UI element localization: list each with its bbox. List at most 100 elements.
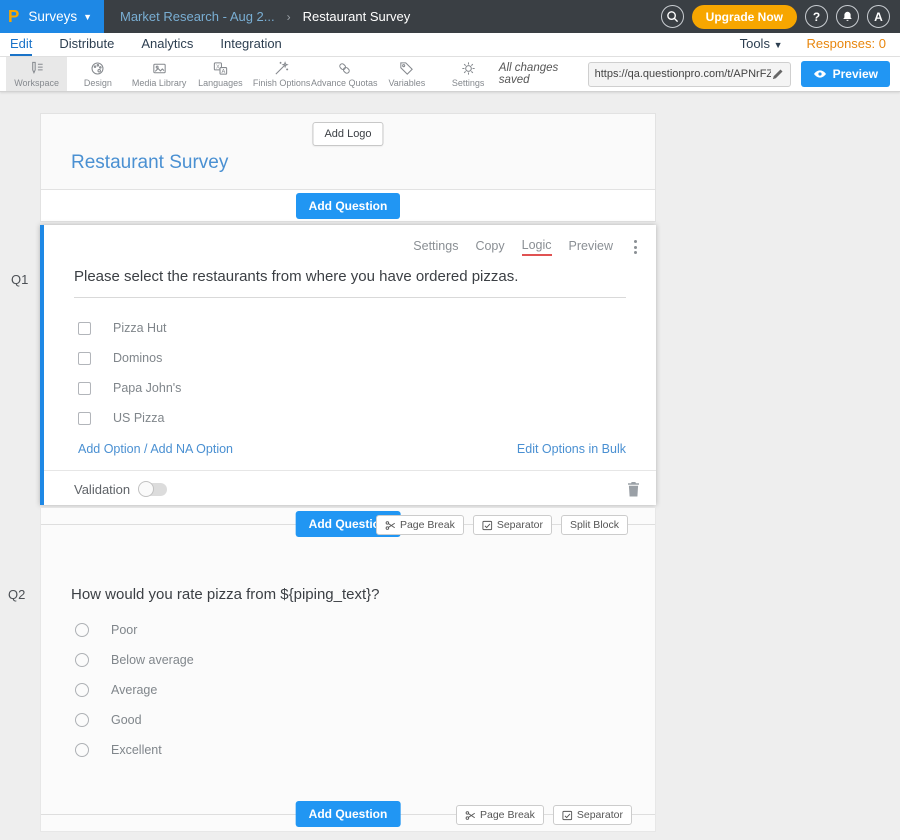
settings-icon <box>460 60 477 77</box>
survey-title[interactable]: Restaurant Survey <box>71 152 228 174</box>
svg-text:A: A <box>221 69 225 75</box>
menu-copy[interactable]: Copy <box>475 239 504 255</box>
more-options-icon[interactable] <box>630 238 641 256</box>
validation-label: Validation <box>74 482 130 497</box>
add-question-button[interactable]: Add Question <box>296 193 401 219</box>
q2-options-list: Poor Below average Average Good Excellen… <box>75 615 625 765</box>
option-row[interactable]: US Pizza <box>78 403 626 433</box>
option-links: Add Option / Add NA Option <box>78 442 233 456</box>
caret-down-icon: ▼ <box>83 12 92 22</box>
search-icon <box>666 10 679 23</box>
responses-count[interactable]: Responses: 0 <box>807 36 887 51</box>
breadcrumb-parent[interactable]: Market Research - Aug 2... <box>120 9 275 24</box>
question-number-q1: Q1 <box>11 272 28 287</box>
option-row[interactable]: Excellent <box>75 735 625 765</box>
page-break-button[interactable]: Page Break <box>376 515 464 535</box>
menu-logic[interactable]: Logic <box>522 238 552 256</box>
radio-icon[interactable] <box>75 743 89 757</box>
toolbar-item-languages[interactable]: XA Languages <box>190 57 251 91</box>
app-menu-label: Surveys <box>28 9 77 24</box>
tab-distribute[interactable]: Distribute <box>59 36 114 54</box>
checkbox-icon[interactable] <box>78 382 91 395</box>
split-block-button[interactable]: Split Block <box>561 515 628 535</box>
survey-url-box <box>588 62 791 87</box>
separator-button[interactable]: Separator <box>473 515 552 535</box>
toolbar-item-media-library[interactable]: Media Library <box>129 57 190 91</box>
languages-icon: XA <box>212 60 229 77</box>
validation-row: Validation <box>44 471 656 507</box>
checkbox-icon[interactable] <box>78 352 91 365</box>
preview-button[interactable]: Preview <box>801 61 890 87</box>
search-button[interactable] <box>661 5 684 28</box>
survey-header-card: Add Logo Restaurant Survey <box>40 113 656 190</box>
option-row[interactable]: Papa John's <box>78 373 626 403</box>
radio-icon[interactable] <box>75 623 89 637</box>
option-row[interactable]: Average <box>75 675 625 705</box>
media-library-icon <box>151 60 168 77</box>
separator-button[interactable]: Separator <box>553 805 632 825</box>
delete-question-button[interactable] <box>627 482 640 497</box>
question-block-q2[interactable]: Add Question Page Break Separator Split … <box>40 508 656 832</box>
question-text-q1[interactable]: Please select the restaurants from where… <box>74 268 626 298</box>
scissors-icon <box>385 520 396 531</box>
nav-bar: Edit Distribute Analytics Integration To… <box>0 33 900 57</box>
page-break-button[interactable]: Page Break <box>456 805 544 825</box>
separator-icon <box>562 810 573 821</box>
toolbar-item-finish-options[interactable]: Finish Options <box>251 57 312 91</box>
trash-icon <box>627 482 640 497</box>
toolbar-item-settings[interactable]: Settings <box>438 57 499 91</box>
add-question-strip: Add Question <box>40 190 656 222</box>
block-divider-row: Add Question Page Break Separator Split … <box>41 508 655 542</box>
checkbox-icon[interactable] <box>78 322 91 335</box>
advance-quotas-icon <box>336 60 353 77</box>
menu-settings[interactable]: Settings <box>413 239 458 255</box>
question-text-q2[interactable]: How would you rate pizza from ${piping_t… <box>71 586 625 603</box>
tools-menu[interactable]: Tools ▼ <box>740 36 783 51</box>
help-button[interactable]: ? <box>805 5 828 28</box>
finish-options-icon <box>273 60 290 77</box>
edit-options-in-bulk-link[interactable]: Edit Options in Bulk <box>517 442 626 456</box>
add-logo-button[interactable]: Add Logo <box>312 122 383 146</box>
toolbar-item-advance-quotas[interactable]: Advance Quotas <box>312 57 376 91</box>
checkbox-icon[interactable] <box>78 412 91 425</box>
tab-integration[interactable]: Integration <box>220 36 281 54</box>
design-icon <box>89 60 106 77</box>
q1-links-row: Add Option / Add NA Option Edit Options … <box>78 442 626 456</box>
question-number-q2: Q2 <box>8 587 25 602</box>
toolbar-item-variables[interactable]: Variables <box>376 57 437 91</box>
workspace-icon <box>28 60 45 77</box>
breadcrumb-current: Restaurant Survey <box>303 9 411 24</box>
option-row[interactable]: Pizza Hut <box>78 313 626 343</box>
variables-icon <box>398 60 415 77</box>
option-row[interactable]: Below average <box>75 645 625 675</box>
option-row[interactable]: Good <box>75 705 625 735</box>
add-na-option-link[interactable]: Add NA Option <box>150 442 233 456</box>
notifications-button[interactable] <box>836 5 859 28</box>
pencil-icon <box>771 68 784 81</box>
upgrade-now-button[interactable]: Upgrade Now <box>692 5 797 29</box>
avatar[interactable]: A <box>867 5 890 28</box>
edit-url-button[interactable] <box>771 68 784 81</box>
tab-edit[interactable]: Edit <box>10 36 32 56</box>
menu-preview[interactable]: Preview <box>569 239 613 255</box>
question-card-q1[interactable]: Q1 Settings Copy Logic Preview Please se… <box>40 225 656 505</box>
editor-canvas: Add Logo Restaurant Survey Add Question … <box>0 92 900 840</box>
radio-icon[interactable] <box>75 713 89 727</box>
radio-icon[interactable] <box>75 683 89 697</box>
option-row[interactable]: Dominos <box>78 343 626 373</box>
scissors-icon <box>465 810 476 821</box>
tab-analytics[interactable]: Analytics <box>141 36 193 54</box>
add-question-button[interactable]: Add Question <box>296 801 401 827</box>
radio-icon[interactable] <box>75 653 89 667</box>
toolbar-item-design[interactable]: Design <box>67 57 128 91</box>
toolbar-item-workspace[interactable]: Workspace <box>6 57 67 91</box>
option-row[interactable]: Poor <box>75 615 625 645</box>
svg-text:X: X <box>216 64 220 70</box>
surveys-menu[interactable]: P Surveys ▼ <box>0 0 104 33</box>
bell-icon <box>841 10 854 23</box>
caret-down-icon: ▼ <box>774 40 783 50</box>
add-option-link[interactable]: Add Option <box>78 442 141 456</box>
validation-toggle[interactable] <box>140 483 167 496</box>
question-menu: Settings Copy Logic Preview <box>44 225 656 256</box>
survey-url-input[interactable] <box>595 68 771 80</box>
